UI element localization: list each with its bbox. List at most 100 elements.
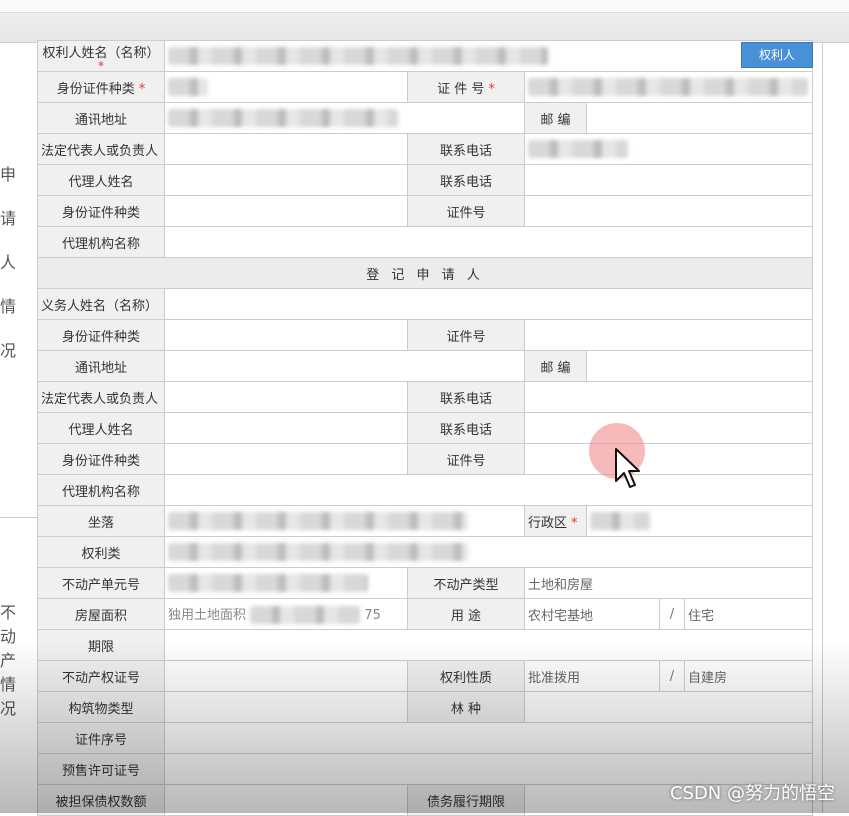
sidebar-char: 请	[0, 209, 17, 228]
right-nature-field-1[interactable]: 批准拨用	[524, 660, 660, 692]
agency-name-label: 代理机构名称	[37, 226, 165, 258]
legal-rep-label: 法定代表人或负责人	[37, 133, 165, 165]
obligor-legal-rep-field[interactable]	[164, 381, 408, 413]
right-nature-field-2[interactable]: 自建房	[684, 660, 813, 692]
right-type-label: 权利类	[37, 536, 165, 568]
window-toolbar	[0, 0, 849, 43]
id-type-field[interactable]	[164, 71, 408, 103]
registration-form: 权利人姓名（名称） * 身份证件种类 * 证 件 号 * 通讯地址 邮 编 法定代表人…	[37, 40, 813, 816]
obligor-agent-id-type-label: 身份证件种类	[37, 443, 165, 475]
secured-amount-label: 被担保债权数额	[37, 784, 165, 816]
house-area-field[interactable]: 独用土地面积 75	[164, 598, 408, 630]
obligor-agent-id-number-label: 证件号	[407, 443, 525, 475]
phone-field[interactable]	[524, 133, 813, 165]
row-rights-holder-name: 权利人姓名（名称） *	[37, 40, 813, 72]
usage-separator: /	[659, 598, 685, 630]
agent-id-type-label: 身份证件种类	[37, 195, 165, 227]
obligor-agent-name-field[interactable]	[164, 412, 408, 444]
postcode-label: 邮 编	[524, 102, 587, 134]
usage-label: 用 途	[407, 598, 525, 630]
obligor-phone-field[interactable]	[524, 381, 813, 413]
sidebar-char: 人	[0, 253, 17, 272]
agent-id-number-field[interactable]	[524, 195, 813, 227]
cert-seq-field[interactable]	[164, 722, 813, 754]
cert-no-field[interactable]	[164, 660, 408, 692]
watermark: CSDN @努力的悟空	[669, 783, 835, 804]
house-area-suffix: 75	[364, 607, 381, 623]
district-label: 行政区 *	[524, 505, 587, 537]
legal-rep-field[interactable]	[164, 133, 408, 165]
cert-no-label: 不动产权证号	[37, 660, 165, 692]
rights-holder-button[interactable]: 权利人	[741, 42, 813, 68]
obligor-id-type-label: 身份证件种类	[37, 319, 165, 351]
sidebar-char: 况	[0, 699, 17, 718]
cert-seq-label: 证件序号	[37, 722, 165, 754]
obligor-agency-name-label: 代理机构名称	[37, 474, 165, 506]
house-area-label: 房屋面积	[37, 598, 165, 630]
district-field[interactable]	[586, 505, 813, 537]
house-area-sub: 独用土地面积	[168, 607, 247, 623]
rights-holder-name-label: 权利人姓名（名称） *	[37, 40, 165, 72]
postcode-field[interactable]	[586, 102, 813, 134]
obligor-agent-id-type-field[interactable]	[164, 443, 408, 475]
structure-type-label: 构筑物类型	[37, 691, 165, 723]
obligor-id-number-label: 证件号	[407, 319, 525, 351]
obligor-address-label: 通讯地址	[37, 350, 165, 382]
sidebar-char: 况	[0, 341, 17, 360]
obligor-postcode-label: 邮 编	[524, 350, 587, 382]
secured-amount-field[interactable]	[164, 784, 408, 816]
agent-id-number-label: 证件号	[407, 195, 525, 227]
presale-no-label: 预售许可证号	[37, 753, 165, 785]
unit-no-field[interactable]	[164, 567, 408, 599]
obligor-agent-name-label: 代理人姓名	[37, 412, 165, 444]
obligor-agency-name-field[interactable]	[164, 474, 813, 506]
rights-holder-name-field[interactable]	[164, 40, 813, 72]
forest-type-field[interactable]	[524, 691, 813, 723]
property-type-field[interactable]: 土地和房屋	[524, 567, 813, 599]
term-label: 期限	[37, 629, 165, 661]
obligor-phone-label: 联系电话	[407, 381, 525, 413]
phone-label: 联系电话	[407, 133, 525, 165]
usage-field-2[interactable]: 住宅	[684, 598, 813, 630]
right-type-field[interactable]	[164, 536, 813, 568]
right-nature-separator: /	[659, 660, 685, 692]
right-divider	[822, 43, 823, 813]
location-field[interactable]	[164, 505, 525, 537]
term-field[interactable]	[164, 629, 813, 661]
forest-type-label: 林 种	[407, 691, 525, 723]
section-sidebar: 申 请 人 情 况 不 动 产 情 况	[0, 43, 38, 813]
right-nature-label: 权利性质	[407, 660, 525, 692]
section-title: 登 记 申 请 人	[37, 257, 813, 289]
unit-no-label: 不动产单元号	[37, 567, 165, 599]
mouse-cursor-icon	[615, 448, 640, 488]
obligor-agent-phone-field[interactable]	[524, 412, 813, 444]
obligor-agent-id-number-field[interactable]	[524, 443, 813, 475]
obligor-name-label: 义务人姓名（名称）	[37, 288, 165, 320]
agent-phone-label: 联系电话	[407, 164, 525, 196]
address-label: 通讯地址	[37, 102, 165, 134]
agency-name-field[interactable]	[164, 226, 813, 258]
obligor-address-field[interactable]	[164, 350, 525, 382]
id-number-field[interactable]	[524, 71, 813, 103]
sidebar-char: 情	[0, 297, 17, 316]
property-type-label: 不动产类型	[407, 567, 525, 599]
address-field[interactable]	[164, 102, 525, 134]
sidebar-char: 申	[0, 165, 17, 184]
agent-name-field[interactable]	[164, 164, 408, 196]
agent-phone-field[interactable]	[524, 164, 813, 196]
sidebar-divider	[0, 517, 37, 518]
structure-type-field[interactable]	[164, 691, 408, 723]
obligor-legal-rep-label: 法定代表人或负责人	[37, 381, 165, 413]
obligor-id-number-field[interactable]	[524, 319, 813, 351]
debt-term-label: 债务履行期限	[407, 784, 525, 816]
obligor-id-type-field[interactable]	[164, 319, 408, 351]
id-number-label: 证 件 号 *	[407, 71, 525, 103]
obligor-postcode-field[interactable]	[586, 350, 813, 382]
obligor-name-field[interactable]	[164, 288, 813, 320]
usage-field-1[interactable]: 农村宅基地	[524, 598, 660, 630]
location-label: 坐落	[37, 505, 165, 537]
id-type-label: 身份证件种类 *	[37, 71, 165, 103]
agent-id-type-field[interactable]	[164, 195, 408, 227]
agent-name-label: 代理人姓名	[37, 164, 165, 196]
obligor-agent-phone-label: 联系电话	[407, 412, 525, 444]
